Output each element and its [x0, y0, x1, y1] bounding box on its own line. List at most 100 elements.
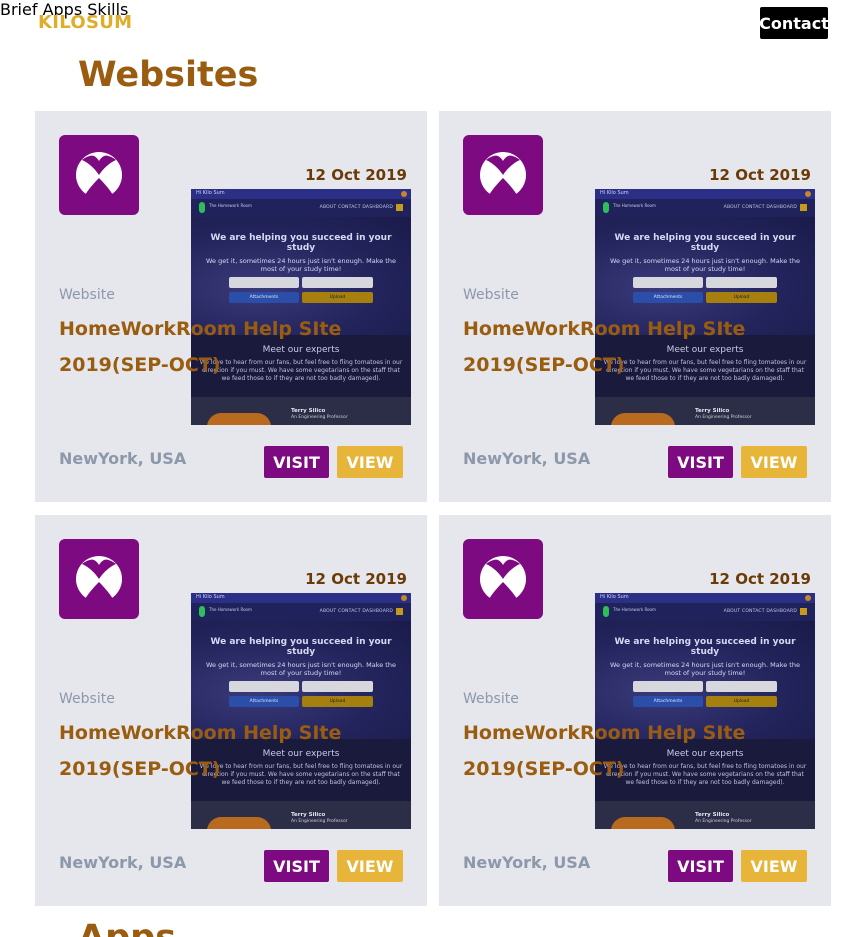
xbox-icon [480, 152, 526, 199]
preview-upload: Upload [302, 292, 373, 303]
visit-button[interactable]: VISIT [264, 850, 329, 882]
project-logo [59, 539, 139, 619]
preview-menu-icon [396, 608, 403, 615]
preview-attach: Attachments [229, 696, 299, 707]
preview-prof-role: An Engineering Professor [291, 415, 348, 420]
preview-logo-icon [603, 606, 609, 617]
preview-profile-image [611, 817, 675, 829]
section-title: Websites [78, 55, 259, 95]
preview-menu-icon [800, 204, 807, 211]
preview-subhead: We get it, sometimes 24 hours just isn't… [206, 257, 396, 273]
project-location: NewYork, USA [59, 853, 187, 872]
preview-menu-icon [800, 608, 807, 615]
preview-input-2 [706, 681, 777, 692]
preview-avatar-icon [805, 191, 811, 197]
project-logo [463, 135, 543, 215]
preview-upload: Upload [302, 696, 373, 707]
preview-input-1 [633, 277, 703, 288]
project-card: 12 Oct 2019 Hi Kilo Sum The Homework Roo… [35, 111, 427, 502]
preview-logo-icon [603, 202, 609, 213]
preview-input-1 [229, 681, 299, 692]
preview-prof-name: Terry Silico [291, 812, 326, 818]
project-type: Website [463, 691, 519, 707]
preview-topbar: Hi Kilo Sum [600, 190, 629, 196]
preview-prof-name: Terry Silico [695, 812, 730, 818]
project-card: 12 Oct 2019 Hi Kilo Sum The Homework Roo… [439, 111, 831, 502]
project-card: 12 Oct 2019 Hi Kilo Sum The Homework Roo… [439, 515, 831, 906]
project-type: Website [59, 287, 115, 303]
project-screenshot: Hi Kilo Sum The Homework Room ABOUT CONT… [595, 593, 815, 829]
project-logo [463, 539, 543, 619]
preview-subhead: We get it, sometimes 24 hours just isn't… [610, 257, 800, 273]
project-title: HomeWorkRoom Help SIte 2019(SEP-OCT) [59, 722, 342, 780]
preview-nav-links: ABOUT CONTACT DASHBOARD [723, 609, 797, 614]
project-location: NewYork, USA [463, 449, 591, 468]
preview-profile-image [207, 817, 271, 829]
preview-attach: Attachments [633, 696, 703, 707]
preview-headline: We are helping you succeed in your study [210, 637, 392, 657]
visit-button[interactable]: VISIT [668, 446, 733, 478]
project-screenshot: Hi Kilo Sum The Homework Room ABOUT CONT… [191, 189, 411, 425]
brand-logo[interactable]: KILOSUM [38, 12, 132, 33]
visit-button[interactable]: VISIT [668, 850, 733, 882]
preview-prof-name: Terry Silico [695, 408, 730, 414]
project-title: HomeWorkRoom Help SIte 2019(SEP-OCT) [59, 318, 342, 376]
preview-headline: We are helping you succeed in your study [210, 233, 392, 253]
preview-input-2 [302, 681, 373, 692]
project-location: NewYork, USA [463, 853, 591, 872]
preview-prof-role: An Engineering Professor [695, 819, 752, 824]
preview-subhead: We get it, sometimes 24 hours just isn't… [206, 661, 396, 677]
preview-prof-name: Terry Silico [291, 408, 326, 414]
preview-attach: Attachments [633, 292, 703, 303]
preview-logo-icon [199, 202, 205, 213]
preview-upload: Upload [706, 696, 777, 707]
nav-brief[interactable]: Brief [0, 0, 37, 19]
project-screenshot: Hi Kilo Sum The Homework Room ABOUT CONT… [595, 189, 815, 425]
preview-logo-text: The Homework Room [613, 203, 656, 208]
contact-button[interactable]: Contact [759, 7, 829, 39]
preview-topbar: Hi Kilo Sum [600, 594, 629, 600]
project-location: NewYork, USA [59, 449, 187, 468]
project-date: 12 Oct 2019 [709, 166, 811, 184]
preview-attach: Attachments [229, 292, 299, 303]
preview-nav-links: ABOUT CONTACT DASHBOARD [319, 205, 393, 210]
preview-logo-text: The Homework Room [613, 607, 656, 612]
project-logo [59, 135, 139, 215]
preview-menu-icon [396, 204, 403, 211]
preview-avatar-icon [401, 595, 407, 601]
xbox-icon [76, 556, 122, 603]
preview-avatar-icon [401, 191, 407, 197]
preview-nav-links: ABOUT CONTACT DASHBOARD [723, 205, 797, 210]
preview-nav-links: ABOUT CONTACT DASHBOARD [319, 609, 393, 614]
next-section-title: Apps [78, 918, 176, 937]
view-button[interactable]: VIEW [741, 446, 807, 478]
preview-headline: We are helping you succeed in your study [614, 637, 796, 657]
preview-avatar-icon [805, 595, 811, 601]
preview-logo-icon [199, 606, 205, 617]
project-type: Website [463, 287, 519, 303]
project-type: Website [59, 691, 115, 707]
preview-input-2 [302, 277, 373, 288]
preview-logo-text: The Homework Room [209, 607, 252, 612]
preview-profile-image [207, 413, 271, 425]
xbox-icon [480, 556, 526, 603]
project-date: 12 Oct 2019 [305, 570, 407, 588]
visit-button[interactable]: VISIT [264, 446, 329, 478]
view-button[interactable]: VIEW [337, 850, 403, 882]
preview-input-1 [633, 681, 703, 692]
project-title: HomeWorkRoom Help SIte 2019(SEP-OCT) [463, 722, 746, 780]
project-date: 12 Oct 2019 [709, 570, 811, 588]
preview-topbar: Hi Kilo Sum [196, 190, 225, 196]
view-button[interactable]: VIEW [337, 446, 403, 478]
preview-input-1 [229, 277, 299, 288]
preview-prof-role: An Engineering Professor [291, 819, 348, 824]
preview-prof-role: An Engineering Professor [695, 415, 752, 420]
project-date: 12 Oct 2019 [305, 166, 407, 184]
view-button[interactable]: VIEW [741, 850, 807, 882]
preview-input-2 [706, 277, 777, 288]
preview-profile-image [611, 413, 675, 425]
xbox-icon [76, 152, 122, 199]
preview-headline: We are helping you succeed in your study [614, 233, 796, 253]
preview-subhead: We get it, sometimes 24 hours just isn't… [610, 661, 800, 677]
preview-upload: Upload [706, 292, 777, 303]
